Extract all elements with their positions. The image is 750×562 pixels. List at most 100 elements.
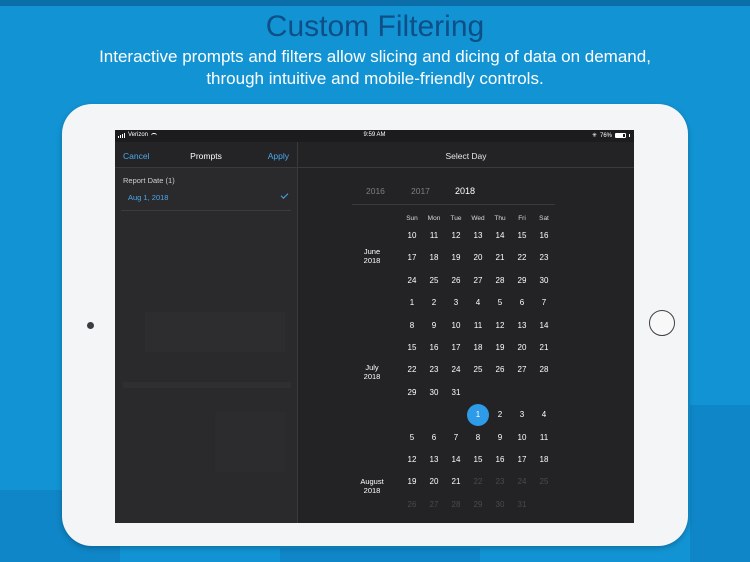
day-cell[interactable]: 14 [446, 455, 466, 465]
weekday-header: Fri [518, 215, 526, 222]
day-cell[interactable]: 3 [512, 410, 532, 420]
day-cell[interactable]: 27 [468, 276, 488, 286]
status-time: 9:59 AM [363, 132, 386, 138]
day-cell[interactable]: 31 [446, 388, 466, 398]
day-cell[interactable]: 11 [468, 321, 488, 331]
day-cell[interactable]: 4 [468, 298, 488, 308]
day-cell[interactable]: 15 [468, 455, 488, 465]
day-cell[interactable]: 23 [534, 253, 554, 263]
day-cell[interactable]: 16 [490, 455, 510, 465]
prompts-panel: Cancel Prompts Apply Report Date (1) Aug… [115, 142, 298, 523]
day-cell[interactable]: 21 [534, 343, 554, 353]
day-cell[interactable]: 26 [490, 365, 510, 375]
day-cell[interactable]: 6 [512, 298, 532, 308]
day-cell[interactable]: 16 [534, 231, 554, 241]
promo-subtitle-line: Interactive prompts and filters allow sl… [99, 47, 651, 66]
day-cell[interactable]: 15 [402, 343, 422, 353]
day-cell[interactable]: 10 [402, 231, 422, 241]
day-cell[interactable]: 6 [424, 433, 444, 443]
day-cell[interactable]: 3 [446, 298, 466, 308]
day-cell[interactable]: 27 [512, 365, 532, 375]
day-cell[interactable]: 31 [512, 500, 532, 510]
day-cell[interactable]: 16 [424, 343, 444, 353]
day-cell[interactable]: 12 [402, 455, 422, 465]
day-cell[interactable]: 25 [424, 276, 444, 286]
day-cell[interactable]: 29 [468, 500, 488, 510]
year-option-2016[interactable]: 2016 [366, 186, 385, 196]
day-cell[interactable]: 14 [490, 231, 510, 241]
day-cell[interactable]: 25 [534, 477, 554, 487]
day-cell[interactable]: 29 [512, 276, 532, 286]
day-cell[interactable]: 1 [402, 298, 422, 308]
day-cell[interactable]: 7 [446, 433, 466, 443]
day-cell[interactable]: 12 [490, 321, 510, 331]
day-cell[interactable]: 2 [490, 410, 510, 420]
day-cell[interactable]: 21 [490, 253, 510, 263]
day-cell[interactable]: 19 [402, 477, 422, 487]
day-cell[interactable]: 26 [446, 276, 466, 286]
day-cell[interactable]: 8 [468, 433, 488, 443]
day-cell[interactable]: 20 [424, 477, 444, 487]
day-cell[interactable]: 9 [424, 321, 444, 331]
background-dashboard-ghost [145, 312, 285, 352]
background-tile [280, 548, 480, 562]
year-option-2017[interactable]: 2017 [411, 186, 430, 196]
weekday-header: Thu [494, 215, 506, 222]
day-cell[interactable]: 28 [490, 276, 510, 286]
weekday-header: Tue [450, 215, 462, 222]
day-cell[interactable]: 25 [468, 365, 488, 375]
day-cell[interactable]: 30 [534, 276, 554, 286]
day-cell[interactable]: 11 [424, 231, 444, 241]
day-cell[interactable]: 20 [512, 343, 532, 353]
day-cell[interactable]: 7 [534, 298, 554, 308]
day-cell[interactable]: 17 [446, 343, 466, 353]
home-button[interactable] [649, 310, 675, 336]
year-option-2018[interactable]: 2018 [455, 186, 475, 196]
report-date-row[interactable]: Aug 1, 2018 [115, 188, 297, 208]
day-cell[interactable]: 27 [424, 500, 444, 510]
day-cell[interactable]: 24 [512, 477, 532, 487]
day-cell[interactable]: 10 [512, 433, 532, 443]
apply-button[interactable]: Apply [268, 151, 289, 161]
battery-label: 76% [599, 132, 612, 139]
day-cell[interactable]: 29 [402, 388, 422, 398]
day-cell[interactable]: 28 [446, 500, 466, 510]
month-label: June 2018 [363, 247, 381, 265]
day-cell[interactable]: 13 [512, 321, 532, 331]
day-cell[interactable]: 5 [402, 433, 422, 443]
promo-subtitle-line: through intuitive and mobile-friendly co… [206, 69, 544, 88]
day-cell[interactable]: 22 [512, 253, 532, 263]
day-cell[interactable]: 24 [402, 276, 422, 286]
day-cell[interactable]: 13 [424, 455, 444, 465]
day-cell[interactable]: 24 [446, 365, 466, 375]
day-cell[interactable]: 21 [446, 477, 466, 487]
day-cell[interactable]: 19 [490, 343, 510, 353]
day-cell[interactable]: 10 [446, 321, 466, 331]
day-cell[interactable]: 18 [468, 343, 488, 353]
day-cell[interactable]: 12 [446, 231, 466, 241]
day-cell[interactable]: 30 [424, 388, 444, 398]
day-cell[interactable]: 22 [468, 477, 488, 487]
day-cell[interactable]: 15 [512, 231, 532, 241]
day-cell[interactable]: 13 [468, 231, 488, 241]
day-cell[interactable]: 30 [490, 500, 510, 510]
selected-day-cell[interactable]: 1 [468, 410, 488, 420]
day-cell[interactable]: 23 [424, 365, 444, 375]
day-cell[interactable]: 17 [402, 253, 422, 263]
day-cell[interactable]: 4 [534, 410, 554, 420]
day-cell[interactable]: 18 [534, 455, 554, 465]
day-cell[interactable]: 17 [512, 455, 532, 465]
day-cell[interactable]: 23 [490, 477, 510, 487]
day-cell[interactable]: 8 [402, 321, 422, 331]
day-cell[interactable]: 11 [534, 433, 554, 443]
day-cell[interactable]: 18 [424, 253, 444, 263]
day-cell[interactable]: 28 [534, 365, 554, 375]
day-cell[interactable]: 26 [402, 500, 422, 510]
day-cell[interactable]: 5 [490, 298, 510, 308]
day-cell[interactable]: 19 [446, 253, 466, 263]
day-cell[interactable]: 22 [402, 365, 422, 375]
day-cell[interactable]: 9 [490, 433, 510, 443]
day-cell[interactable]: 20 [468, 253, 488, 263]
day-cell[interactable]: 2 [424, 298, 444, 308]
day-cell[interactable]: 14 [534, 321, 554, 331]
